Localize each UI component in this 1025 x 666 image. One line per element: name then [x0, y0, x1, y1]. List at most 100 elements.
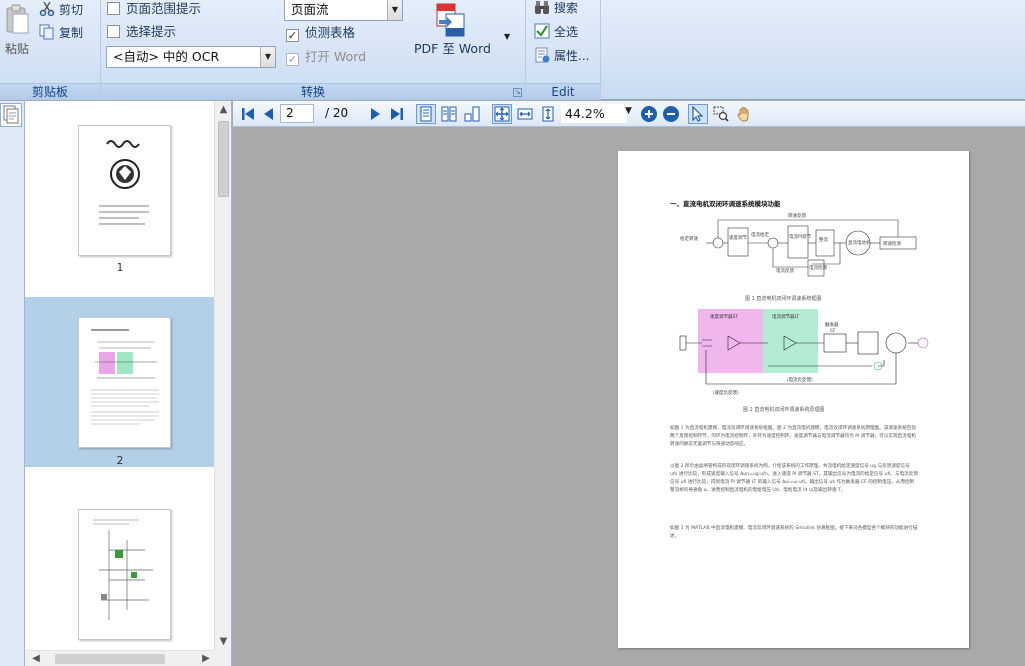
d1-speed-detect: 转速检测	[883, 240, 901, 247]
pdf-to-word-button[interactable]: PDF 至 Word ▼	[411, 2, 511, 60]
thumbnail-item[interactable]: 3	[25, 467, 215, 666]
scroll-down-icon[interactable]: ▼	[215, 633, 231, 650]
chevron-down-icon[interactable]: ▼	[260, 47, 275, 67]
scroll-up-icon[interactable]: ▲	[215, 101, 231, 118]
page-range-hint-label: 页面范围提示	[126, 1, 202, 16]
next-page-icon	[371, 108, 380, 120]
zoom-level-input[interactable]: 44.2%	[561, 104, 627, 123]
next-page-button[interactable]	[365, 104, 385, 124]
zoom-in-icon	[641, 106, 657, 122]
fit-page-icon	[494, 106, 510, 122]
dialog-launcher-icon[interactable]: ↘	[513, 88, 522, 97]
chevron-down-icon[interactable]: ▼	[504, 32, 510, 41]
figure-2-circuit-diagram: 速度调节器ST 电流调节器LT 触发器 CF （电流负反馈） （速度负反馈）	[679, 309, 929, 396]
checkbox-check-icon: ✓	[286, 53, 299, 66]
thumbnail-number: 1	[116, 261, 124, 274]
paste-label: 粘贴	[5, 42, 30, 56]
page-preview-image	[91, 329, 159, 425]
clipboard-group-label: 剪贴板	[0, 83, 100, 100]
select-tool-button[interactable]	[688, 104, 708, 124]
single-page-view-button[interactable]	[416, 104, 436, 124]
ocr-language-select[interactable]: <自动> 中的 OCR ▼	[106, 46, 276, 68]
d2-speed-neg-fb: （速度负反馈）	[710, 389, 742, 396]
two-page-icon	[441, 106, 457, 122]
thumbnail-horizontal-scrollbar[interactable]: ◀ ▶	[25, 650, 215, 666]
thumbnail-page-3	[78, 509, 171, 640]
body-paragraph-1: 如图 1 为直流电机建模、电流双闭环调速系统框图。图 2 为直流电机建模、电流双…	[670, 426, 916, 447]
d2-trigger: 触发器	[825, 321, 839, 328]
pdf-to-word-icon	[436, 3, 465, 37]
thumbnail-item[interactable]: 1	[25, 101, 215, 296]
fit-height-button[interactable]	[538, 104, 558, 124]
search-button[interactable]: 搜索	[534, 0, 578, 18]
cut-button[interactable]: 剪切	[39, 0, 83, 20]
snapshot-zoom-icon	[713, 106, 729, 122]
convert-group-label: 转换 ↘	[101, 83, 525, 100]
hand-tool-button[interactable]	[734, 104, 754, 124]
snapshot-tool-button[interactable]	[711, 104, 731, 124]
d1-motor: 直流电动机	[848, 239, 871, 246]
previous-page-icon	[264, 108, 273, 120]
zoom-out-button[interactable]	[661, 104, 681, 124]
edit-group-label: Edit	[526, 83, 600, 100]
thumbnail-page-1	[78, 125, 171, 256]
open-word-checkbox[interactable]: ✓ 打开 Word	[286, 48, 366, 66]
single-page-icon	[420, 106, 432, 122]
two-page-view-button[interactable]	[439, 104, 459, 124]
select-hint-label: 选择提示	[126, 24, 177, 39]
properties-icon	[535, 47, 550, 63]
scroll-right-icon[interactable]: ▶	[198, 651, 214, 666]
paste-icon	[6, 4, 29, 34]
select-all-label: 全选	[554, 25, 579, 39]
scissors-icon	[39, 1, 55, 17]
document-view[interactable]: 一、直流电机双闭环调速系统模块功能 转速反馈 给定转速 速度调节 电流给定 电流…	[233, 128, 1025, 666]
page-range-hint-checkbox[interactable]: 页面范围提示	[107, 0, 201, 18]
figure-1-caption: 图 1 直流电机双闭环调速系统框图	[745, 296, 822, 302]
d2-current-neg-fb: （电流负反馈）	[784, 376, 816, 383]
scrollbar-thumb[interactable]	[55, 654, 165, 664]
copy-icon	[39, 24, 54, 40]
select-hint-checkbox[interactable]: 选择提示	[107, 23, 176, 41]
layout-mode-value: 页面流	[291, 2, 329, 17]
thumbnail-item-selected[interactable]: 2	[25, 297, 215, 467]
chevron-down-icon[interactable]: ▼	[387, 0, 402, 20]
scroll-left-icon[interactable]: ◀	[28, 651, 44, 666]
detect-tables-checkbox[interactable]: ✓ 侦测表格	[286, 24, 355, 42]
properties-button[interactable]: 属性...	[534, 46, 589, 66]
scrollbar-thumb[interactable]	[218, 121, 229, 197]
d1-current-detect: 电流检测	[809, 264, 827, 271]
thumbnail-page-2	[78, 317, 171, 448]
previous-page-button[interactable]	[259, 104, 279, 124]
open-word-label: 打开 Word	[305, 49, 367, 64]
fit-page-button[interactable]	[492, 104, 512, 124]
ocr-language-value: <自动> 中的 OCR	[113, 49, 220, 64]
fit-width-button[interactable]	[515, 104, 535, 124]
d1-speed-feedback: 转速反馈	[788, 212, 806, 219]
ribbon: 粘贴 剪切 复制 剪贴板 页面范围提示 选择提示 <自动> 中的 OCR ▼ 页…	[0, 0, 1025, 100]
thumbnail-vertical-scrollbar[interactable]: ▲ ▼	[214, 101, 231, 666]
last-page-icon	[391, 108, 403, 120]
copy-label: 复制	[59, 26, 84, 40]
pages-panel-tab[interactable]	[0, 103, 22, 127]
fit-height-icon	[542, 106, 554, 122]
d2-st-label: 速度调节器ST	[710, 313, 738, 320]
chevron-down-icon[interactable]: ▼	[625, 106, 632, 116]
pages-icon	[3, 105, 19, 124]
select-all-check-icon	[534, 23, 550, 39]
zoom-in-button[interactable]	[639, 104, 659, 124]
fit-width-icon	[517, 108, 533, 120]
last-page-button[interactable]	[387, 104, 407, 124]
copy-button[interactable]: 复制	[39, 23, 83, 43]
edit-group: 搜索 全选 属性... Edit	[526, 0, 601, 100]
paste-button[interactable]: 粘贴	[2, 4, 32, 62]
hand-icon	[737, 107, 749, 122]
first-page-button[interactable]	[238, 104, 258, 124]
select-all-button[interactable]: 全选	[534, 22, 578, 42]
continuous-view-button[interactable]	[462, 104, 482, 124]
checkbox-box	[107, 2, 120, 15]
page-number-input[interactable]: 2	[280, 104, 314, 123]
figure-2-caption: 图 2 直流电机双闭环调速系统原理图	[743, 407, 825, 413]
clipboard-group: 粘贴 剪切 复制 剪贴板	[0, 0, 101, 100]
first-page-icon	[242, 108, 254, 120]
layout-mode-select[interactable]: 页面流 ▼	[284, 0, 403, 21]
